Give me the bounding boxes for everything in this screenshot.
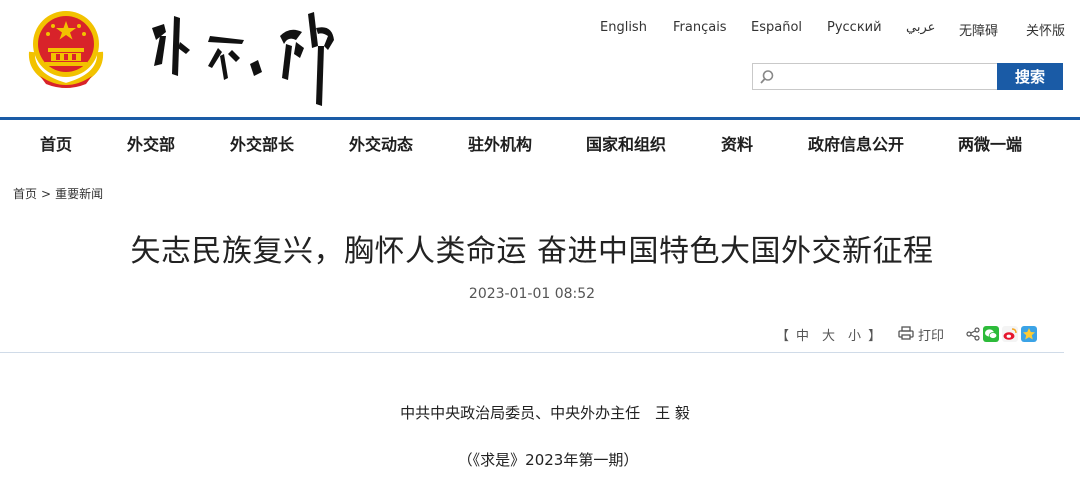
breadcrumb: 首页 > 重要新闻 bbox=[13, 185, 103, 202]
article-date: 2023-01-01 08:52 bbox=[468, 286, 596, 302]
site-logo[interactable] bbox=[140, 6, 350, 106]
font-size-large-button[interactable]: 中 bbox=[796, 329, 810, 344]
nav-item-diplomatic-news[interactable]: 外交动态 bbox=[349, 131, 413, 155]
nav-item-ministry[interactable]: 外交部 bbox=[127, 131, 175, 155]
search-input[interactable] bbox=[779, 66, 989, 87]
printer-icon bbox=[898, 325, 914, 344]
lang-french-link[interactable]: Français bbox=[673, 20, 727, 35]
print-label: 打印 bbox=[918, 329, 945, 344]
font-size-small-button[interactable]: 小 bbox=[848, 329, 862, 344]
content-divider bbox=[0, 352, 1064, 353]
lang-english-link[interactable]: English bbox=[600, 20, 647, 35]
font-size-medium-button[interactable]: 大 bbox=[822, 329, 836, 344]
nav-item-social-apps[interactable]: 两微一端 bbox=[958, 131, 1022, 155]
wechat-icon[interactable] bbox=[983, 326, 999, 346]
font-size-control: 【中大小】 bbox=[776, 325, 882, 344]
national-emblem-icon[interactable] bbox=[28, 6, 104, 90]
nav-item-minister[interactable]: 外交部长 bbox=[230, 131, 294, 155]
lang-russian-link[interactable]: Русский bbox=[827, 20, 882, 35]
qzone-icon[interactable] bbox=[1021, 326, 1037, 346]
accessibility-link[interactable]: 无障碍 bbox=[959, 20, 998, 39]
article-author: 中共中央政治局委员、中央外办主任 王 毅 bbox=[400, 404, 690, 422]
nav-item-countries-organizations[interactable]: 国家和组织 bbox=[586, 131, 666, 155]
print-button[interactable]: 打印 bbox=[898, 325, 944, 344]
nav-item-gov-info-disclosure[interactable]: 政府信息公开 bbox=[808, 131, 904, 155]
elder-care-mode-link[interactable]: 关怀版 bbox=[1026, 20, 1065, 39]
nav-item-home[interactable]: 首页 bbox=[40, 131, 72, 155]
nav-item-resources[interactable]: 资料 bbox=[721, 131, 753, 155]
breadcrumb-separator: > bbox=[41, 187, 52, 201]
breadcrumb-section-link[interactable]: 重要新闻 bbox=[55, 187, 103, 201]
search-button[interactable]: 搜索 bbox=[997, 63, 1063, 90]
search-box bbox=[752, 63, 997, 90]
breadcrumb-home-link[interactable]: 首页 bbox=[13, 187, 37, 201]
header-divider bbox=[0, 117, 1080, 120]
share-icon[interactable] bbox=[966, 327, 980, 345]
nav-item-missions-overseas[interactable]: 驻外机构 bbox=[468, 131, 532, 155]
weibo-icon[interactable] bbox=[1002, 326, 1018, 346]
main-nav: 首页 外交部 外交部长 外交动态 驻外机构 国家和组织 资料 政府信息公开 两微… bbox=[0, 128, 1080, 156]
share-bar bbox=[966, 326, 1037, 346]
lang-spanish-link[interactable]: Español bbox=[751, 20, 802, 35]
article-source: （《求是》2023年第一期） bbox=[457, 451, 639, 469]
search-icon bbox=[759, 69, 775, 85]
bracket-left: 【 bbox=[776, 329, 791, 344]
article-title: 矢志民族复兴，胸怀人类命运 奋进中国特色大国外交新征程 bbox=[130, 234, 934, 269]
bracket-right: 】 bbox=[868, 329, 883, 344]
lang-arabic-link[interactable]: عربي bbox=[906, 20, 935, 35]
article-tools: 【中大小】 打印 bbox=[0, 325, 1064, 345]
